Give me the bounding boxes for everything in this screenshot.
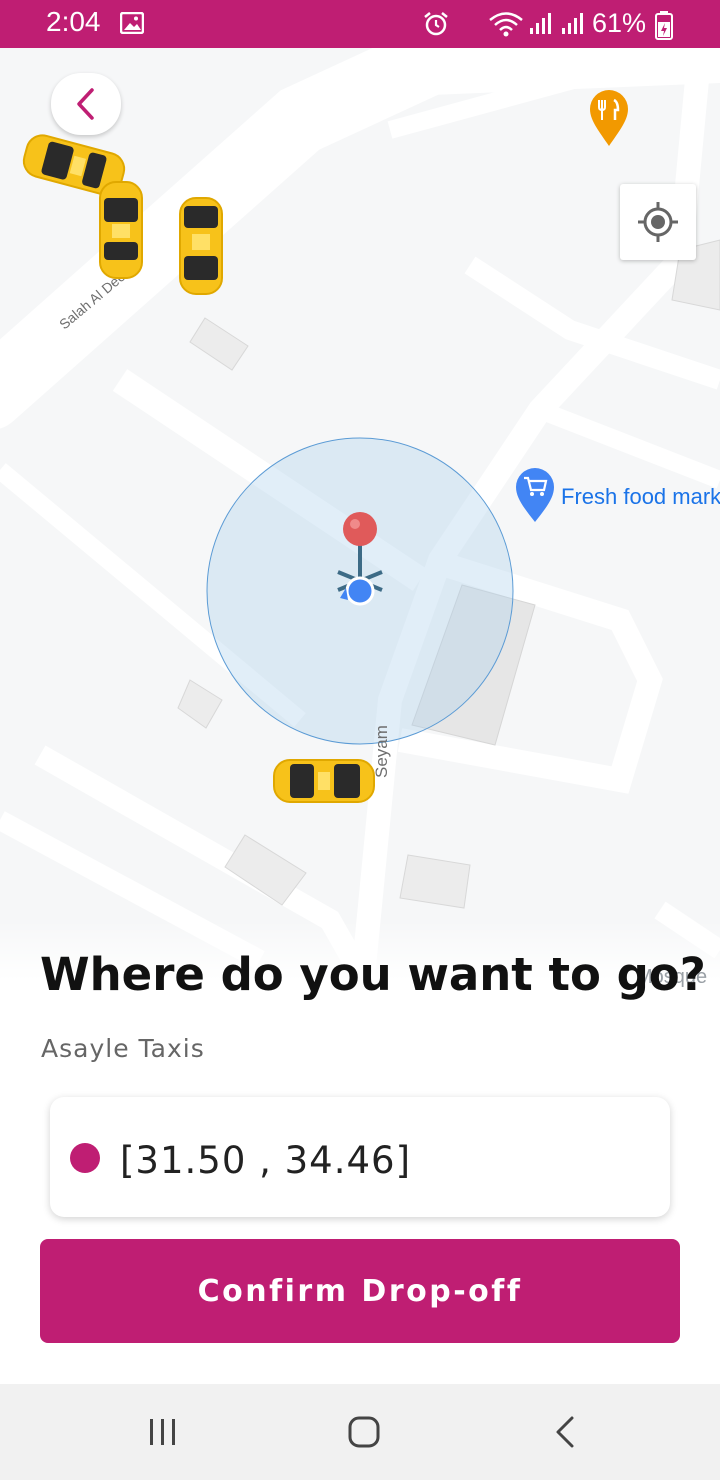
status-bar: 2:04 61% (0, 0, 720, 48)
taxi-icon (179, 197, 223, 295)
taxi-icon (273, 759, 375, 803)
location-dot-icon (70, 1143, 100, 1173)
page-title: Where do you want to go? (40, 948, 706, 1001)
restaurant-pin-icon[interactable] (588, 88, 630, 148)
confirm-dropoff-button[interactable]: Confirm Drop-off (40, 1239, 680, 1343)
status-time: 2:04 (46, 6, 101, 37)
shopping-cart-pin-icon[interactable] (514, 466, 556, 524)
system-nav-bar (0, 1384, 720, 1480)
map-view[interactable]: Fresh food mark Salah Al Deen Seyam (0, 48, 720, 1008)
my-location-icon (638, 202, 678, 242)
my-location-button[interactable] (620, 184, 696, 260)
battery-percent: 61% (592, 8, 647, 38)
dropoff-coordinates: [31.50 , 34.46] (120, 1139, 412, 1182)
wifi-icon (489, 12, 523, 37)
poi-label[interactable]: Fresh food mark (561, 484, 720, 510)
company-name: Asayle Taxis (41, 1034, 205, 1063)
taxi-icon (99, 181, 143, 279)
dropoff-location-field[interactable]: [31.50 , 34.46] (50, 1097, 670, 1217)
recent-apps-icon[interactable] (145, 1414, 181, 1450)
home-icon[interactable] (346, 1414, 382, 1450)
image-icon (120, 12, 144, 34)
signal-icon (562, 13, 583, 34)
signal-icon (530, 13, 551, 34)
back-button[interactable] (51, 73, 121, 135)
back-icon[interactable] (552, 1414, 580, 1450)
chevron-left-icon (77, 88, 94, 120)
battery-icon (655, 11, 673, 40)
alarm-icon (424, 12, 448, 36)
